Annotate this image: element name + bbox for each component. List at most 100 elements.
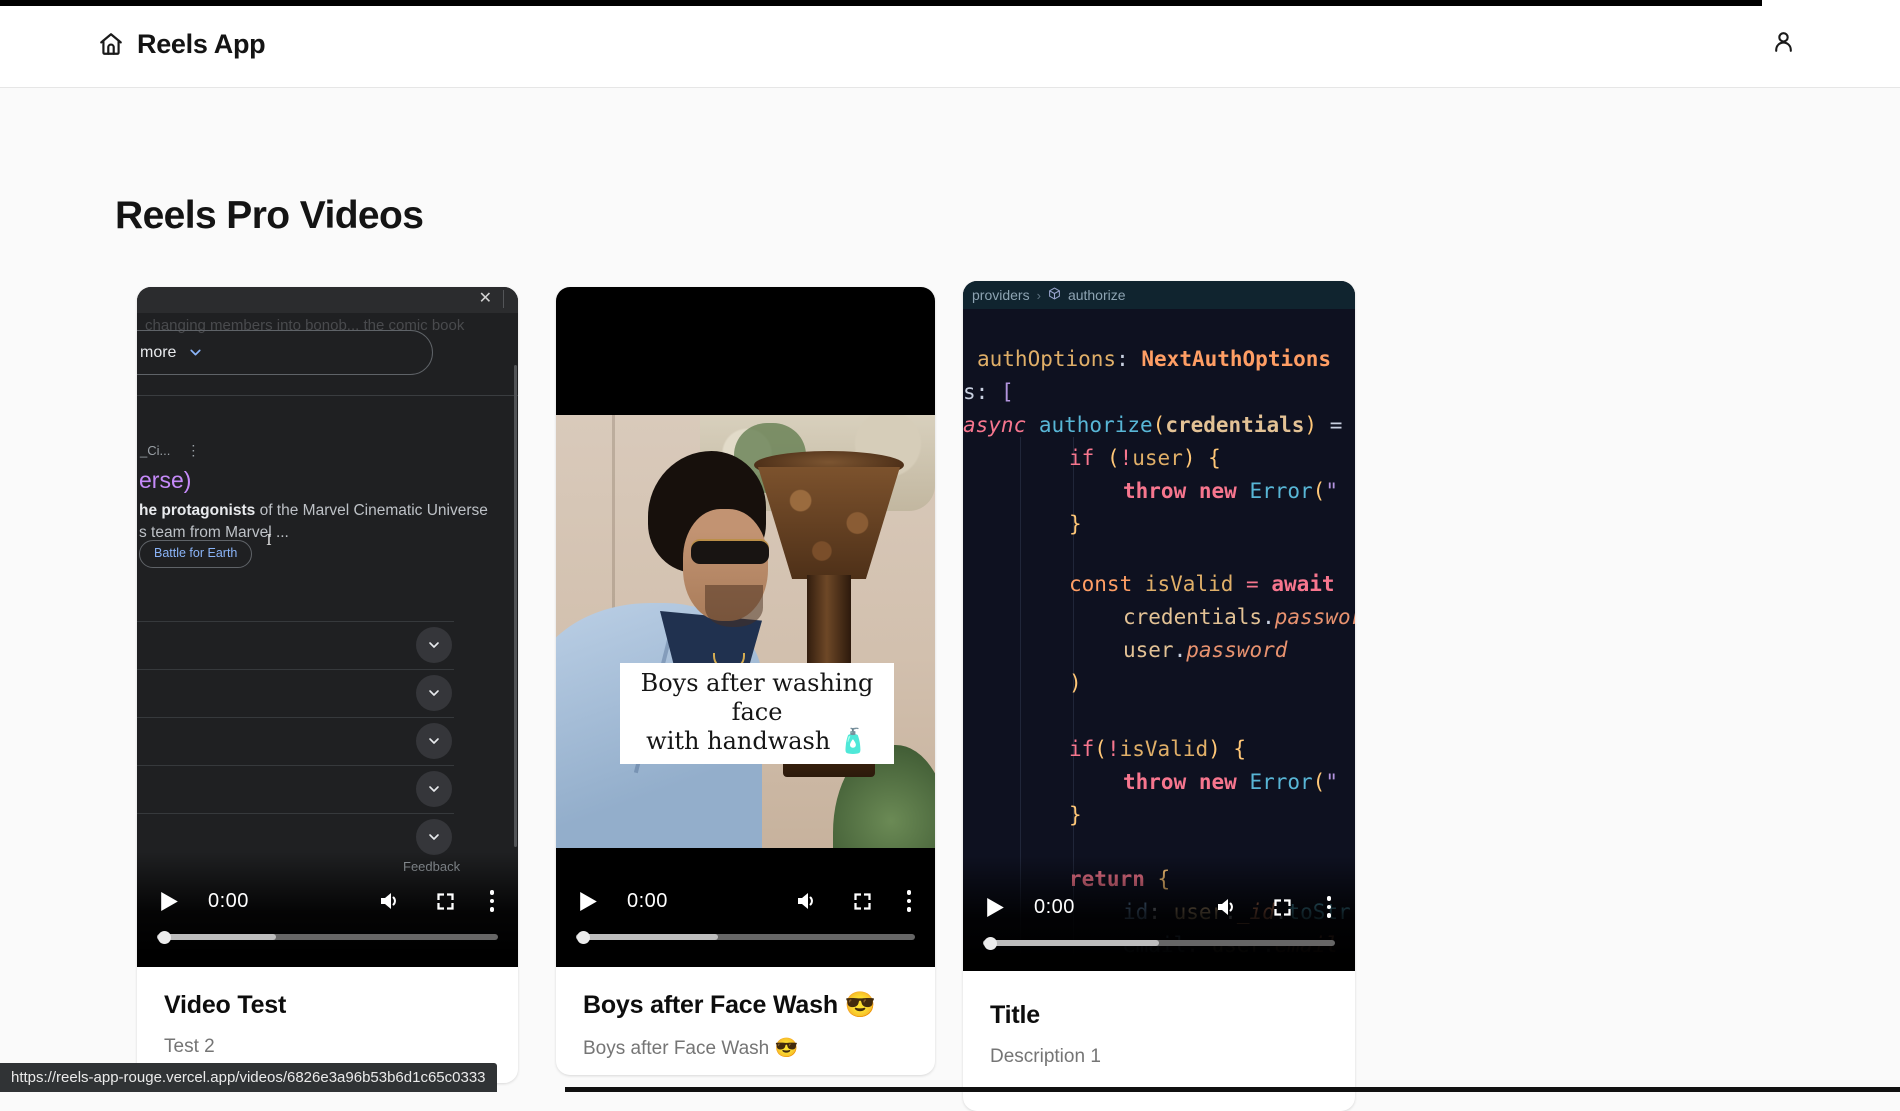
play-button[interactable] [580,892,597,911]
chevron-down-icon [416,771,452,807]
buffered-bar [157,934,276,940]
recorded-result-meta: _Ci... ⋮ [140,442,200,459]
recorded-editor-breadcrumb: providers › authorize [963,281,1355,309]
video-card-1[interactable]: ✕ changing members into bonob... the com… [137,287,518,1083]
code-line: if (!user) { [963,442,1355,475]
player-controls: 0:00 [556,885,935,917]
recorded-accordion-row [137,621,454,669]
code-line: throw new Error(" [963,475,1355,508]
recorded-more-filter-pill: more [137,330,433,375]
video-player-3[interactable]: providers › authorize authOptions: NextA… [963,281,1355,971]
volume-button[interactable] [794,889,818,913]
chevron-down-icon [187,344,204,361]
progress-thumb[interactable] [984,937,997,950]
man-beard [705,585,763,627]
recorded-close-icon: ✕ [479,289,492,309]
recorded-accordion-row [137,765,454,813]
chevron-down-icon [416,819,452,855]
overflow-menu-button[interactable] [1327,896,1332,918]
volume-button[interactable] [377,889,401,913]
play-button[interactable] [161,892,178,911]
video-title: Video Test [164,991,491,1020]
code-line: if(!isValid) { [963,733,1355,766]
recorded-more-label: more [140,344,176,362]
code-line: const isValid = await [963,568,1355,601]
code-line: async authorize(credentials) = [963,409,1355,442]
overflow-menu-button[interactable] [907,890,912,912]
progress-bar[interactable] [983,940,1335,946]
reel-frame: Boys after washing face with handwash 🧴 [556,415,935,848]
code-line: throw new Error(" [963,766,1355,799]
chevron-right-icon: › [1037,288,1041,303]
progress-bar[interactable] [576,934,915,940]
recorded-chip-battle-for-earth: Battle for Earth [139,540,252,568]
buffered-bar [576,934,718,940]
user-icon [1771,29,1796,59]
code-line: ) [963,667,1355,700]
code-line: } [963,508,1355,541]
progress-bar[interactable] [157,934,498,940]
video-player-1[interactable]: ✕ changing members into bonob... the com… [137,287,518,967]
reel-caption: Boys after washing face with handwash 🧴 [620,663,894,764]
recorded-result-link: erse) [139,467,191,494]
recorded-accordion-row [137,717,454,765]
time-display: 0:00 [208,890,249,913]
page-title: Reels Pro Videos [115,194,423,238]
code-line: authOptions: NextAuthOptions [963,343,1355,376]
recorded-snippet-bold: he protagonists [139,502,255,519]
video-description: Test 2 [164,1036,491,1058]
recorded-breadcrumb-text: _Ci... [140,443,170,458]
overflow-menu-button[interactable] [490,890,495,912]
code-line: s: [ [963,376,1355,409]
recorded-accordion-list [137,621,454,861]
text-cursor-artifact: I [266,531,272,549]
kebab-menu-icon: ⋮ [186,442,200,459]
video-title: Boys after Face Wash 😎 [583,991,908,1020]
play-button[interactable] [987,898,1004,917]
video-player-2[interactable]: Boys after washing face with handwash 🧴 … [556,287,935,967]
video-description: Description 1 [990,1046,1328,1068]
caption-line-2: with handwash 🧴 [624,727,890,756]
chevron-down-icon [416,627,452,663]
video-title: Title [990,1001,1328,1030]
time-display: 0:00 [1034,896,1075,919]
caption-line-1: Boys after washing face [624,669,890,727]
video-description: Boys after Face Wash 😎 [583,1036,908,1060]
progress-thumb[interactable] [158,931,171,944]
chevron-down-icon [416,675,452,711]
fullscreen-button[interactable] [852,891,873,912]
fullscreen-button[interactable] [1272,897,1293,918]
window-top-edge [0,0,1762,6]
sunglasses [691,541,769,564]
volume-button[interactable] [1214,895,1238,919]
video-card-2[interactable]: Boys after washing face with handwash 🧴 … [556,287,935,1075]
app-logo-link[interactable]: Reels App [98,27,265,60]
player-controls: 0:00 [137,885,518,917]
window-bottom-edge [565,1087,1900,1092]
progress-thumb[interactable] [577,931,590,944]
code-line: user.password [963,634,1355,667]
video-card-3[interactable]: providers › authorize authOptions: NextA… [963,281,1355,1111]
app-title: Reels App [137,27,265,60]
chevron-down-icon [416,723,452,759]
recorded-divider [137,395,518,396]
breadcrumb-root: providers [972,287,1030,303]
breadcrumb-symbol: authorize [1068,287,1126,303]
code-line: } [963,799,1355,832]
home-icon [98,31,124,57]
buffered-bar [983,940,1159,946]
fullscreen-button[interactable] [435,891,456,912]
recorded-accordion-row [137,669,454,717]
app-header: Reels App [0,0,1900,88]
symbol-cube-icon [1048,287,1061,303]
recorded-snippet-line1: he protagonists of the Marvel Cinematic … [139,502,488,520]
recorded-snippet-rest: of the Marvel Cinematic Universe [255,502,488,519]
recorded-browser-tabstrip: ✕ [137,287,518,313]
status-url-bubble: https://reels-app-rouge.vercel.app/video… [0,1063,497,1092]
player-controls: 0:00 [963,891,1355,923]
code-line: credentials.password [963,601,1355,634]
time-display: 0:00 [627,890,668,913]
recorded-tab-divider [503,290,504,308]
recorded-scrollbar [514,365,517,847]
user-menu-button[interactable] [1771,29,1796,59]
